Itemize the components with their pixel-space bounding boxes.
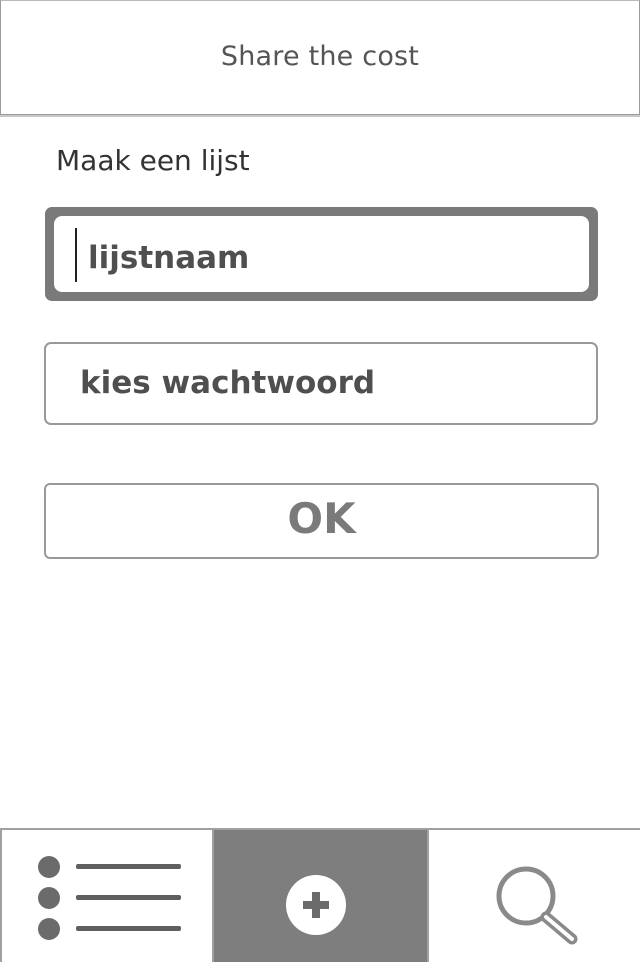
list-bullet: [38, 887, 60, 909]
list-bullet: [38, 918, 60, 940]
plus-vertical-bar: [312, 892, 320, 918]
list-bullet: [38, 856, 60, 878]
list-name-input[interactable]: lijstnaam: [45, 207, 598, 301]
password-input[interactable]: kies wachtwoord: [44, 342, 598, 425]
list-name-input-box[interactable]: lijstnaam: [54, 216, 589, 292]
list-icon-row: [38, 887, 183, 911]
list-icon-row: [38, 856, 183, 880]
list-name-placeholder: lijstnaam: [88, 240, 250, 276]
tab-lists[interactable]: [0, 830, 214, 962]
list-icon: [38, 856, 183, 942]
ok-button[interactable]: OK: [44, 483, 599, 559]
text-cursor: [75, 228, 77, 282]
app-title: Share the cost: [220, 41, 420, 72]
list-line: [76, 926, 181, 931]
list-icon-row: [38, 918, 183, 942]
page-title: Maak een lijst: [56, 144, 250, 177]
header-bar: Share the cost: [0, 0, 640, 115]
ok-button-label: OK: [287, 494, 356, 543]
search-icon: [496, 866, 578, 945]
plus-circle-icon: [286, 875, 346, 935]
bottom-tab-bar: [0, 828, 640, 962]
list-line: [76, 864, 181, 869]
list-line: [76, 895, 181, 900]
password-placeholder: kies wachtwoord: [80, 365, 376, 401]
tab-search[interactable]: [427, 830, 640, 962]
tab-add[interactable]: [214, 830, 427, 962]
